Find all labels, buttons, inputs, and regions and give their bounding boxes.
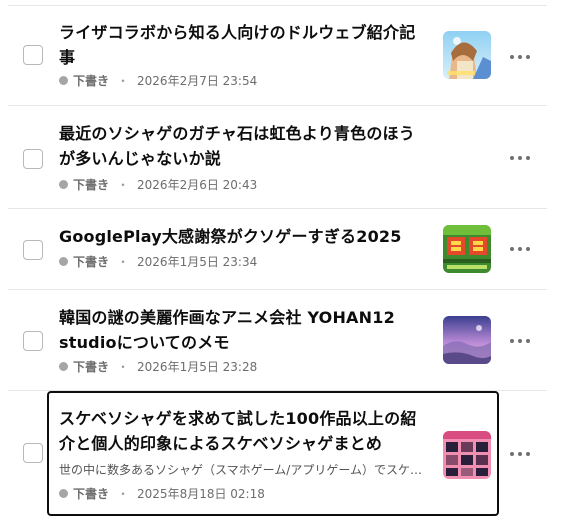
article-row-selected[interactable]: スケベソシャゲを求めて試した100作品以上の紹介と個人的印象によるスケベソシャゲ…	[47, 391, 499, 516]
more-options-icon[interactable]	[510, 153, 530, 163]
meta-separator: ・	[117, 255, 130, 269]
more-options-icon[interactable]	[510, 336, 530, 346]
more-options-icon[interactable]	[510, 244, 530, 254]
article-thumbnail[interactable]	[443, 316, 491, 364]
article-date: 2026年2月6日 20:43	[137, 178, 258, 192]
article-meta: 下書き ・ 2026年2月7日 23:54	[59, 72, 257, 89]
more-options-icon[interactable]	[510, 449, 530, 459]
status-label: 下書き	[73, 178, 110, 192]
article-thumbnail[interactable]	[443, 31, 491, 79]
select-checkbox[interactable]	[23, 149, 43, 169]
meta-separator: ・	[117, 360, 130, 374]
article-title[interactable]: 最近のソシャゲのガチャ石は虹色より青色のほうが多いんじゃないか説	[59, 121, 429, 171]
select-checkbox[interactable]	[23, 443, 43, 463]
meta-separator: ・	[117, 74, 130, 88]
article-date: 2026年1月5日 23:28	[137, 360, 258, 374]
select-checkbox[interactable]	[23, 331, 43, 351]
article-meta: 下書き ・ 2025年8月18日 02:18	[59, 485, 265, 502]
status-label: 下書き	[73, 360, 110, 374]
meta-separator: ・	[117, 487, 130, 501]
article-title[interactable]: ライザコラボから知る人向けのドルウェブ紹介記事	[59, 20, 429, 70]
status-dot-icon	[59, 180, 68, 189]
article-date: 2025年8月18日 02:18	[137, 487, 265, 501]
article-title[interactable]: スケベソシャゲを求めて試した100作品以上の紹介と個人的印象によるスケベソシャゲ…	[59, 406, 419, 456]
article-meta: 下書き ・ 2026年2月6日 20:43	[59, 176, 257, 193]
select-checkbox[interactable]	[23, 240, 43, 260]
article-title[interactable]: 韓国の謎の美麗作画なアニメ会社 YOHAN12 studioについてのメモ	[59, 305, 429, 355]
status-dot-icon	[59, 362, 68, 371]
select-checkbox[interactable]	[23, 45, 43, 65]
article-date: 2026年1月5日 23:34	[137, 255, 258, 269]
article-row[interactable]: 韓国の謎の美麗作画なアニメ会社 YOHAN12 studioについてのメモ 下書…	[8, 291, 547, 391]
status-dot-icon	[59, 257, 68, 266]
status-label: 下書き	[73, 487, 110, 501]
article-row[interactable]: GooglePlay大感謝祭がクソゲーすぎる2025 下書き ・ 2026年1月…	[8, 210, 547, 290]
article-excerpt: 世の中に数多あるソシャゲ（スマホゲーム/アプリゲーム）でスケ…	[59, 463, 422, 477]
article-meta: 下書き ・ 2026年1月5日 23:28	[59, 358, 257, 375]
status-dot-icon	[59, 76, 68, 85]
article-title[interactable]: GooglePlay大感謝祭がクソゲーすぎる2025	[59, 224, 429, 249]
row-divider	[8, 105, 547, 106]
article-thumbnail[interactable]	[443, 431, 491, 479]
status-label: 下書き	[73, 74, 110, 88]
status-label: 下書き	[73, 255, 110, 269]
article-row[interactable]: ライザコラボから知る人向けのドルウェブ紹介記事 下書き ・ 2026年2月7日 …	[8, 6, 547, 106]
meta-separator: ・	[117, 178, 130, 192]
article-thumbnail[interactable]	[443, 225, 491, 273]
article-row[interactable]: 最近のソシャゲのガチャ石は虹色より青色のほうが多いんじゃないか説 下書き ・ 2…	[8, 107, 547, 209]
article-date: 2026年2月7日 23:54	[137, 74, 258, 88]
status-dot-icon	[59, 489, 68, 498]
row-divider	[8, 289, 547, 290]
article-meta: 下書き ・ 2026年1月5日 23:34	[59, 253, 257, 270]
more-options-icon[interactable]	[510, 52, 530, 62]
row-divider	[8, 208, 547, 209]
